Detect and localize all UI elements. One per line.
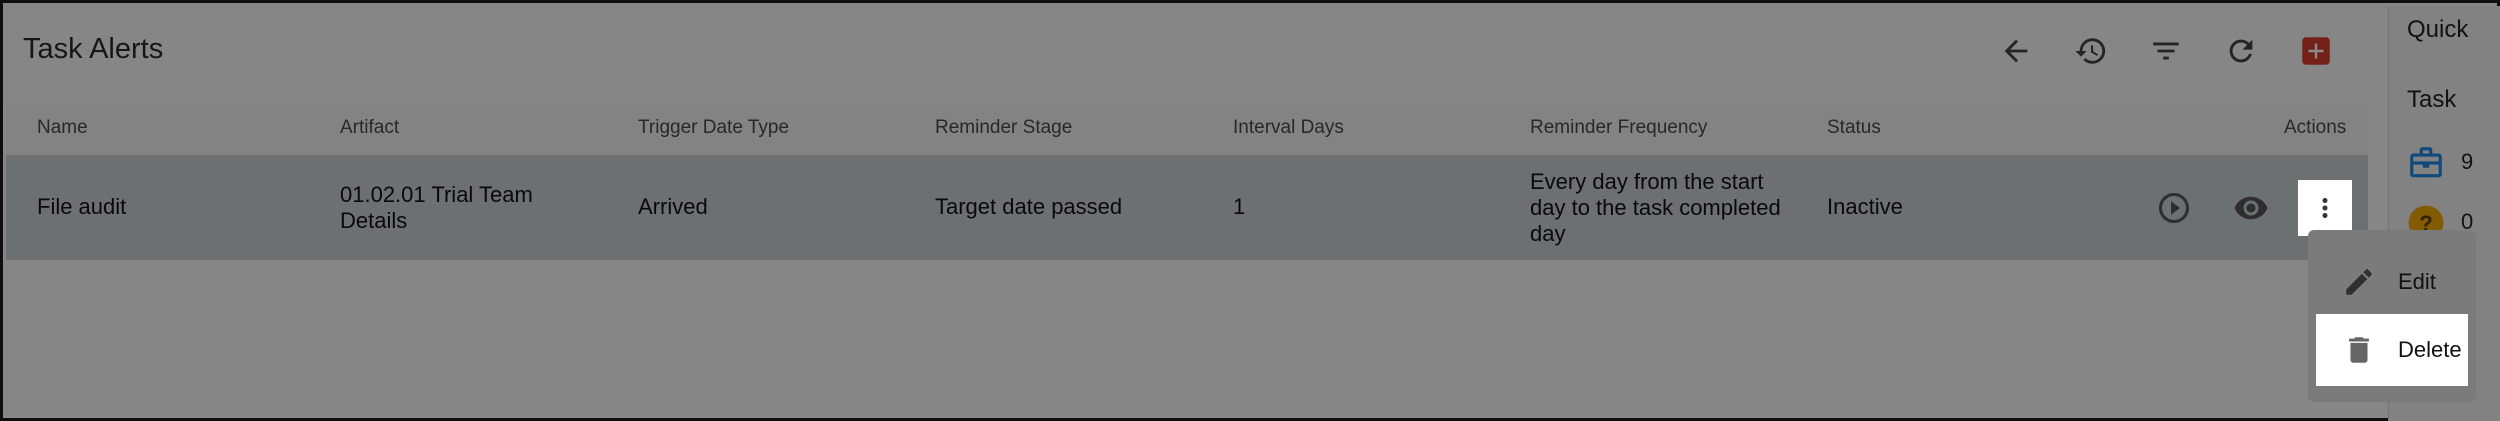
page-title: Task Alerts <box>23 33 164 65</box>
column-header-actions: Actions <box>2284 117 2347 138</box>
more-actions-button[interactable] <box>2298 180 2352 236</box>
history-icon <box>2075 38 2106 64</box>
view-button[interactable] <box>2225 182 2277 234</box>
column-header-interval-days[interactable]: Interval Days <box>1233 117 1344 139</box>
menu-item-delete[interactable]: Delete <box>2316 314 2468 386</box>
back-button[interactable] <box>1992 27 2040 75</box>
cell-artifact: 01.02.01 Trial Team Details <box>340 182 533 233</box>
filter-icon <box>2153 42 2179 60</box>
more-vert-icon <box>2322 198 2328 218</box>
add-icon <box>2302 37 2330 65</box>
quick-panel-section: Task <box>2407 86 2457 113</box>
table-row[interactable]: File audit 01.02.01 Trial Team Details A… <box>6 156 2368 260</box>
add-button[interactable] <box>2292 27 2340 75</box>
menu-item-delete-label: Delete <box>2398 337 2462 362</box>
history-button[interactable] <box>2067 27 2115 75</box>
filter-button[interactable] <box>2142 27 2190 75</box>
cell-interval-days: 1 <box>1233 194 1246 219</box>
cell-status: Inactive <box>1827 194 1903 219</box>
column-header-reminder-stage[interactable]: Reminder Stage <box>935 117 1072 139</box>
task-count: 9 <box>2461 149 2474 174</box>
context-menu: Edit Delete <box>2308 230 2476 402</box>
cell-name: File audit <box>37 194 127 219</box>
eye-icon <box>2234 196 2268 220</box>
cell-trigger-date-type: Arrived <box>638 194 708 219</box>
column-header-reminder-frequency[interactable]: Reminder Frequency <box>1530 117 1707 139</box>
trash-icon <box>2349 337 2369 363</box>
column-header-status[interactable]: Status <box>1827 117 1881 139</box>
quick-panel-title: Quick <box>2407 16 2469 43</box>
cell-reminder-stage: Target date passed <box>935 194 1123 219</box>
column-header-artifact[interactable]: Artifact <box>340 117 399 139</box>
menu-item-edit[interactable]: Edit <box>2316 246 2468 318</box>
column-header-name[interactable]: Name <box>37 117 88 139</box>
play-icon <box>2159 193 2189 223</box>
run-button[interactable] <box>2148 182 2200 234</box>
refresh-icon <box>2229 39 2253 63</box>
refresh-button[interactable] <box>2217 27 2265 75</box>
app-frame: Task Alerts Name Artifact Trigger Date T… <box>0 0 2500 421</box>
table-header: Name Artifact Trigger Date Type Reminder… <box>6 103 2368 156</box>
cell-reminder-frequency: Every day from the start day to the task… <box>1530 169 1781 246</box>
briefcase-icon[interactable] <box>2407 144 2445 182</box>
column-header-trigger-date-type[interactable]: Trigger Date Type <box>638 117 789 139</box>
arrow-left-icon <box>2004 39 2028 63</box>
pencil-icon <box>2346 269 2372 295</box>
menu-item-edit-label: Edit <box>2398 269 2436 294</box>
